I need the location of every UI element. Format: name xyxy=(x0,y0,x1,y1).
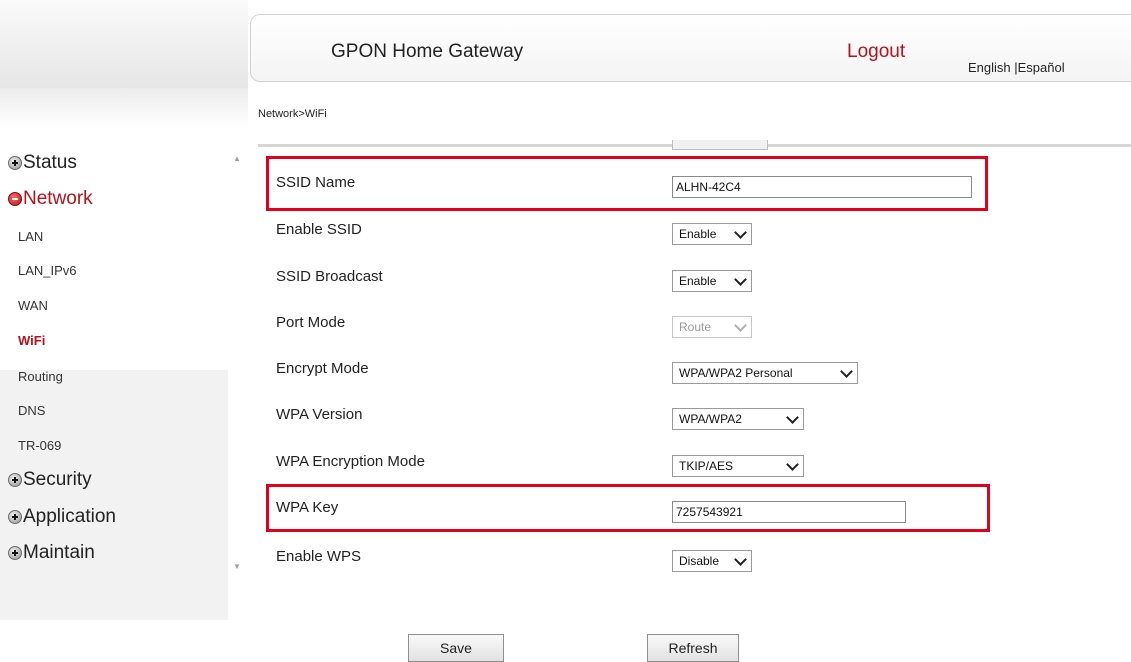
enable-ssid-label: Enable SSID xyxy=(276,221,362,238)
lang-espanol-link[interactable]: Español xyxy=(1018,60,1065,75)
sidebar-group-application[interactable]: Application xyxy=(8,506,116,528)
sidebar-group-security[interactable]: Security xyxy=(8,469,92,491)
sidebar-group-status[interactable]: Status xyxy=(8,152,77,174)
wpa-version-label: WPA Version xyxy=(276,406,363,423)
scroll-down-icon[interactable]: ▼ xyxy=(230,560,244,574)
sidebar-group-label: Maintain xyxy=(23,542,95,563)
ssid-name-label: SSID Name xyxy=(276,174,356,191)
chevron-down-icon xyxy=(734,552,747,566)
ssid-broadcast-label: SSID Broadcast xyxy=(276,268,383,285)
plus-circle-icon xyxy=(8,156,22,170)
sidebar-scrollbar[interactable]: ▲ ▼ xyxy=(230,150,244,575)
wpa-encryption-mode-select[interactable]: TKIP/AES xyxy=(672,455,804,477)
left-header-block xyxy=(0,0,248,88)
sidebar-group-label: Network xyxy=(23,188,93,209)
plus-circle-icon xyxy=(8,510,22,524)
ssid-name-input[interactable] xyxy=(672,176,972,198)
enable-wps-select[interactable]: Disable xyxy=(672,550,752,572)
sidebar-item-tr069[interactable]: TR-069 xyxy=(0,431,228,461)
sidebar-group-label: Security xyxy=(23,469,92,490)
chevron-down-icon xyxy=(786,410,799,424)
header-bar: GPON Home Gateway Logout English |Españo… xyxy=(250,14,1131,82)
plus-circle-icon xyxy=(8,473,22,487)
sidebar-group-label: Status xyxy=(23,152,77,173)
language-switcher: English |Español xyxy=(968,60,1065,75)
scroll-up-icon[interactable]: ▲ xyxy=(230,152,244,166)
enable-ssid-value: Enable xyxy=(679,227,717,241)
sidebar-item-wifi[interactable]: WiFi xyxy=(0,326,228,356)
wpa-version-value: WPA/WPA2 xyxy=(679,412,742,426)
port-mode-label: Port Mode xyxy=(276,314,346,331)
ssid-broadcast-value: Enable xyxy=(679,274,717,288)
left-header-fade xyxy=(0,88,248,128)
sidebar-item-lan[interactable]: LAN xyxy=(0,222,228,252)
chevron-down-icon xyxy=(734,272,747,286)
wpa-encryption-mode-label: WPA Encryption Mode xyxy=(276,453,425,470)
port-mode-select: Route xyxy=(672,316,752,338)
encrypt-mode-label: Encrypt Mode xyxy=(276,360,369,377)
wpa-version-select[interactable]: WPA/WPA2 xyxy=(672,408,804,430)
encrypt-mode-select[interactable]: WPA/WPA2 Personal xyxy=(672,362,858,384)
wpa-encryption-mode-value: TKIP/AES xyxy=(679,459,734,473)
partial-button-top[interactable] xyxy=(672,140,768,150)
breadcrumb: Network>WiFi xyxy=(258,108,327,120)
ssid-broadcast-select[interactable]: Enable xyxy=(672,270,752,292)
wpa-key-input[interactable] xyxy=(672,501,906,523)
enable-wps-label: Enable WPS xyxy=(276,548,362,565)
chevron-down-icon xyxy=(840,364,853,378)
port-mode-value: Route xyxy=(679,320,712,334)
plus-circle-icon xyxy=(8,546,22,560)
chevron-down-icon xyxy=(786,457,799,471)
sidebar-group-maintain[interactable]: Maintain xyxy=(8,542,95,564)
sidebar-item-dns[interactable]: DNS xyxy=(0,396,228,426)
sidebar-group-label: Application xyxy=(23,506,116,527)
enable-ssid-select[interactable]: Enable xyxy=(672,223,752,245)
sidebar-item-routing[interactable]: Routing xyxy=(0,362,228,392)
chevron-down-icon xyxy=(734,225,747,239)
logout-link[interactable]: Logout xyxy=(847,41,905,63)
lang-separator: | xyxy=(1010,60,1018,75)
enable-wps-value: Disable xyxy=(679,554,720,568)
lang-english-link[interactable]: English xyxy=(968,60,1011,75)
sidebar-item-wan[interactable]: WAN xyxy=(0,291,228,321)
chevron-down-icon xyxy=(734,318,747,332)
sidebar-group-network[interactable]: Network xyxy=(8,188,93,210)
refresh-button[interactable]: Refresh xyxy=(647,634,739,662)
wpa-key-label: WPA Key xyxy=(276,499,339,516)
encrypt-mode-value: WPA/WPA2 Personal xyxy=(679,366,793,380)
save-button[interactable]: Save xyxy=(408,634,504,662)
app-title: GPON Home Gateway xyxy=(331,41,524,62)
sidebar-item-lan-ipv6[interactable]: LAN_IPv6 xyxy=(0,256,228,286)
minus-circle-icon xyxy=(8,192,22,206)
